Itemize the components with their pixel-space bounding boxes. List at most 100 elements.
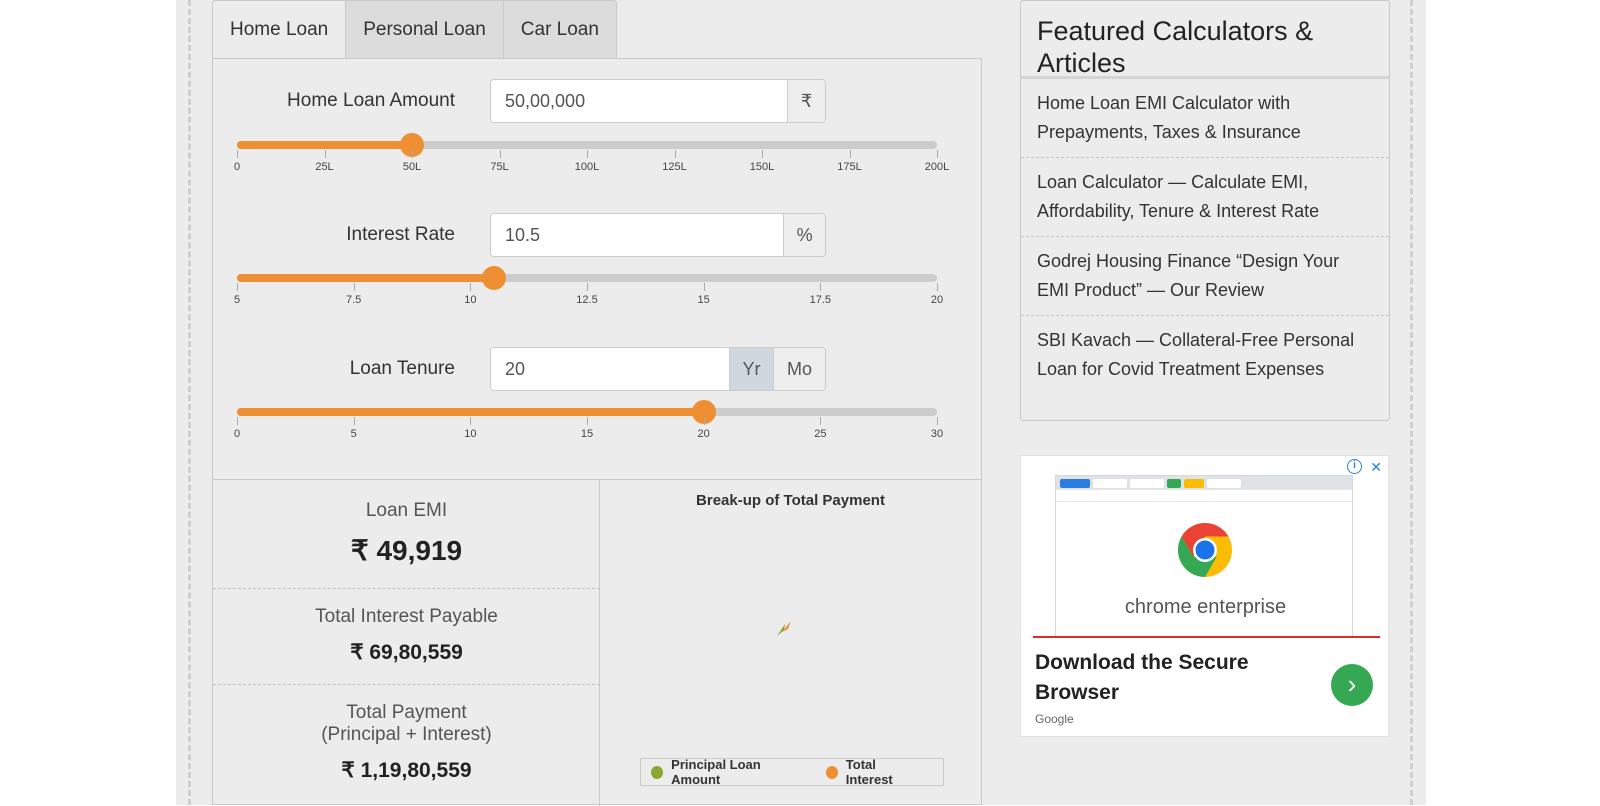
total-payment-value: ₹ 1,19,80,559: [341, 759, 472, 782]
slider-handle[interactable]: [481, 266, 506, 290]
interest-rate-slider[interactable]: 5 7.5 10 12.5 15 17.5 20: [234, 266, 963, 314]
featured-link[interactable]: Home Loan EMI Calculator with Prepayment…: [1021, 79, 1389, 158]
slider-tick-label: 150L: [749, 161, 775, 173]
loan-tenure-input[interactable]: [491, 348, 729, 390]
slider-tick: [237, 150, 238, 158]
slider-tick: [587, 417, 588, 425]
percent-unit-addon: %: [783, 214, 825, 256]
slider-tick: [937, 150, 938, 158]
slider-fill: [237, 141, 412, 149]
slider-tick: [849, 150, 851, 158]
slider-tick-label: 25: [814, 428, 827, 440]
browser-tab: [1093, 478, 1127, 488]
divider: [213, 588, 600, 589]
info-icon[interactable]: i: [1347, 459, 1362, 474]
loan-amount-group: ₹: [490, 79, 826, 123]
browser-tab: [1060, 478, 1090, 488]
slider-tick: [674, 150, 676, 158]
legend-item-interest[interactable]: Total Interest: [825, 757, 921, 787]
legend-label: Total Interest: [845, 757, 893, 787]
slider-fill: [237, 408, 704, 416]
chevron-right-icon[interactable]: ›: [1331, 664, 1373, 706]
slider-tick: [499, 150, 501, 158]
tenure-year-button[interactable]: Yr: [729, 348, 774, 390]
slider-tick-label: 175L: [837, 161, 862, 173]
results-summary: Loan EMI ₹ 49,919 Total Interest Payable…: [213, 480, 600, 806]
slider-tick-label: 20: [930, 294, 944, 306]
slider-tick: [237, 417, 238, 425]
chrome-logo-icon: [1177, 523, 1232, 577]
slider-tick: [470, 283, 472, 291]
slider-tick-label: 125L: [662, 161, 687, 173]
loan-tenure-slider[interactable]: 0 5 10 15 20 25 30: [233, 400, 963, 448]
calculator-panel: Home Loan Amount ₹ 025L50L75L100L125L150…: [212, 58, 983, 806]
advertisement[interactable]: i ✕ chrome enterprise Download the Secur…: [1020, 455, 1389, 737]
emi-block: Loan EMI ₹ 49,919: [213, 500, 600, 567]
interest-rate-input[interactable]: [491, 214, 784, 256]
loan-amount-label: Home Loan Amount: [287, 90, 455, 111]
emi-value: ₹ 49,919: [350, 535, 463, 566]
slider-tick: [703, 283, 705, 291]
slider-tick-label: 17.5: [809, 294, 832, 306]
slider-tick-label: 75L: [490, 161, 509, 173]
tab-home-loan[interactable]: Home Loan: [212, 0, 347, 59]
slider-tick: [587, 283, 588, 291]
slider-tick: [703, 417, 705, 425]
legend-dot: [825, 765, 838, 779]
tab-personal-loan[interactable]: Personal Loan: [346, 0, 504, 58]
emi-label: Loan EMI: [365, 500, 448, 521]
slider-tick-label: 5: [350, 428, 357, 440]
interest-rate-label: Interest Rate: [346, 224, 455, 245]
slider-tick: [237, 283, 238, 291]
slider-tick-label: 0: [233, 161, 241, 173]
chart-legend: Principal Loan Amount Total Interest: [640, 757, 944, 787]
slider-tick: [353, 283, 355, 291]
slider-tick-label: 20: [697, 428, 710, 440]
slider-tick-label: 25L: [315, 161, 334, 173]
interest-payable-label: Total Interest Payable: [315, 606, 498, 627]
tab-car-loan[interactable]: Car Loan: [503, 0, 617, 58]
interest-rate-group: %: [490, 213, 826, 257]
slider-tick-label: 7.5: [346, 294, 362, 306]
featured-link[interactable]: Godrej Housing Finance “Design Your EMI …: [1021, 237, 1389, 316]
close-icon[interactable]: ✕: [1370, 459, 1382, 476]
ad-headline[interactable]: Download the Secure Browser: [1035, 648, 1295, 708]
loading-spinner-icon: [777, 621, 791, 636]
featured-link[interactable]: SBI Kavach — Collateral-Free Personal Lo…: [1021, 316, 1389, 394]
rupee-unit-addon: ₹: [787, 80, 825, 122]
slider-tick-label: 0: [233, 428, 241, 440]
emi-calculator: Home Loan Personal Loan Car Loan Home Lo…: [212, 0, 983, 806]
featured-link[interactable]: Loan Calculator — Calculate EMI, Afforda…: [1021, 158, 1389, 237]
slider-tick-label: 30: [930, 428, 944, 440]
slider-tick: [762, 150, 763, 158]
slider-tick-label: 10: [464, 294, 477, 306]
slider-tick-label: 10: [464, 428, 477, 440]
interest-rate-row: Interest Rate %: [213, 213, 983, 257]
loan-amount-input[interactable]: [491, 80, 788, 122]
ad-advertiser: Google: [1035, 712, 1074, 726]
payment-breakup-chart: Break-up of Total Payment Principal Loan…: [600, 480, 981, 806]
total-payment-block: Total Payment (Principal + Interest) ₹ 1…: [213, 702, 600, 783]
loan-type-tabs: Home Loan Personal Loan Car Loan: [212, 0, 617, 59]
slider-tick-label: 50L: [402, 161, 422, 173]
interest-payable-block: Total Interest Payable ₹ 69,80,559: [213, 606, 600, 665]
slider-tick: [412, 150, 413, 158]
slider-tick: [470, 417, 472, 425]
legend-item-principal[interactable]: Principal Loan Amount: [651, 757, 804, 787]
tenure-month-button[interactable]: Mo: [773, 348, 825, 390]
ad-brand: chrome enterprise: [1124, 596, 1287, 618]
slider-tick-label: 15: [697, 294, 710, 306]
interest-payable-value: ₹ 69,80,559: [350, 641, 463, 664]
loan-tenure-group: Yr Mo: [490, 347, 826, 391]
slider-tick: [324, 150, 326, 158]
browser-tab: [1184, 478, 1204, 488]
loan-amount-slider[interactable]: 0 25L 50L 75L 100L 125L 150L 175L 200L: [233, 133, 963, 181]
slider-tick: [937, 417, 938, 425]
chart-title: Break-up of Total Payment: [696, 492, 885, 509]
dashed-border-right: [1410, 0, 1413, 805]
slider-tick: [937, 283, 938, 291]
loan-tenure-row: Loan Tenure Yr Mo: [213, 347, 983, 391]
total-payment-sublabel: (Principal + Interest): [321, 724, 492, 745]
browser-tab: [1130, 478, 1164, 488]
browser-tab: [1207, 478, 1241, 488]
